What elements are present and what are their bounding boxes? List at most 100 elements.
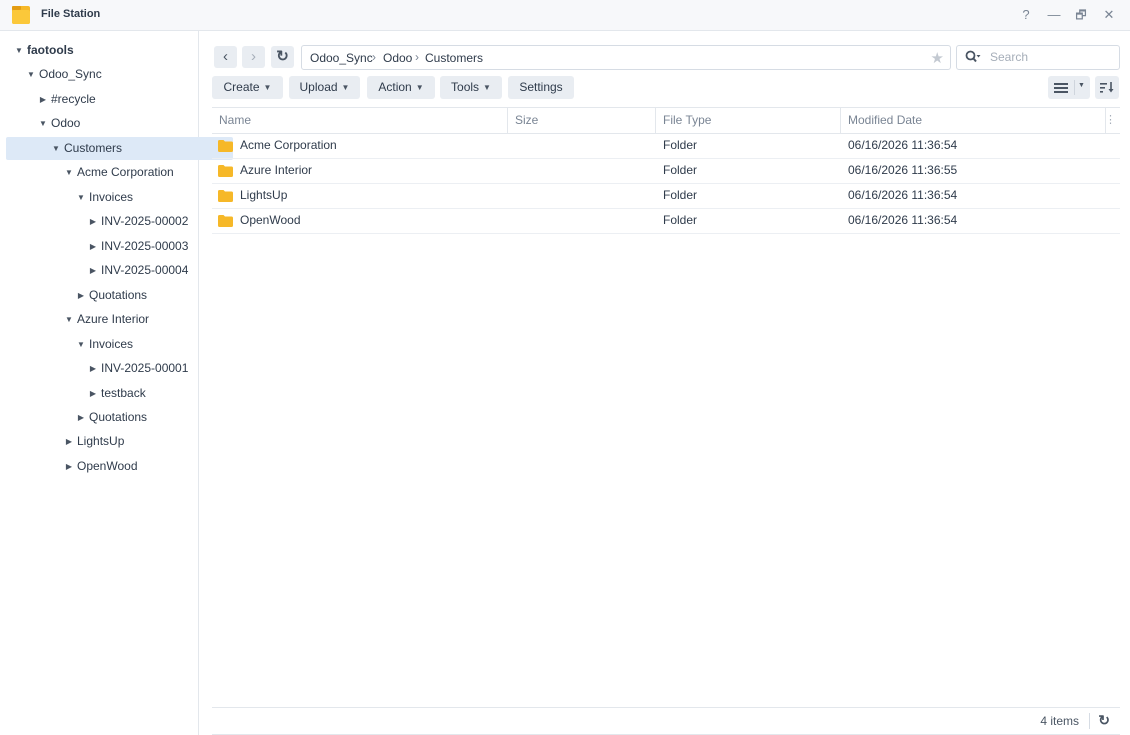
tree-item-inv-2025-00001[interactable]: ▶ INV-2025-00001 [6, 357, 270, 380]
folder-icon [218, 215, 233, 227]
file-name: LightsUp [240, 188, 288, 202]
breadcrumb: Odoo_Sync › Odoo › Customers ★ [301, 45, 951, 70]
file-name: OpenWood [240, 213, 301, 227]
collapsed-arrow-icon[interactable]: ▶ [88, 259, 98, 282]
breadcrumb-customers[interactable]: Customers [425, 51, 483, 65]
status-divider [1089, 713, 1090, 729]
tree-item-inv-2025-00003[interactable]: ▶ INV-2025-00003 [6, 235, 270, 258]
table-row[interactable]: Azure Interior Folder 06/16/2026 11:36:5… [212, 158, 1120, 184]
modified-date: 06/16/2026 11:36:54 [848, 188, 958, 202]
tree-item-azure-invoices[interactable]: ▼ Invoices [6, 333, 258, 356]
status-bar: 4 items ↻ [212, 707, 1120, 735]
tools-button[interactable]: Tools ▼ [440, 76, 502, 99]
file-type: Folder [663, 188, 698, 202]
action-button[interactable]: Action ▼ [367, 76, 435, 99]
chevron-down-icon: ▼ [1078, 82, 1085, 89]
collapsed-arrow-icon[interactable]: ▶ [88, 357, 98, 380]
item-count: 4 items [1040, 714, 1079, 728]
tree-item-acme-corporation[interactable]: ▼ Acme Corporation [6, 161, 246, 184]
tree-item-odoo[interactable]: ▼ Odoo [6, 112, 220, 135]
expanded-arrow-icon[interactable]: ▼ [76, 333, 86, 356]
folder-tree-sidebar: ▼ faotools ▼ Odoo_Sync ▶ #recycle ▼ Odoo ▼ Cu… [0, 31, 233, 735]
restore-icon[interactable]: 🗗 [1072, 6, 1090, 24]
column-header-modified-date[interactable]: Modified Date [841, 108, 1106, 133]
folder-icon [218, 140, 233, 152]
app-title: File Station [41, 8, 101, 20]
breadcrumb-separator: › [372, 50, 376, 64]
breadcrumb-separator: › [415, 50, 419, 64]
chevron-down-icon: ▼ [415, 83, 424, 92]
search-input[interactable] [990, 48, 1112, 66]
folder-icon [218, 165, 233, 177]
column-header-size[interactable]: Size [508, 108, 656, 133]
refresh-button[interactable]: ↻ [271, 46, 294, 68]
tree-item-recycle[interactable]: ▶ #recycle [6, 88, 220, 111]
tree-item-lightsup[interactable]: ▶ LightsUp [6, 430, 246, 453]
title-bar: File Station ? — 🗗 ✕ [0, 0, 1130, 31]
file-type: Folder [663, 163, 698, 177]
breadcrumb-odoo-sync[interactable]: Odoo_Sync [310, 51, 373, 65]
column-header-name[interactable]: Name [212, 108, 508, 133]
tree-item-customers[interactable]: ▼ Customers [6, 137, 233, 160]
collapsed-arrow-icon[interactable]: ▶ [64, 430, 74, 453]
file-station-app-icon [12, 6, 30, 24]
expanded-arrow-icon[interactable]: ▼ [64, 308, 74, 331]
tree-item-faotools[interactable]: ▼ faotools [6, 39, 196, 62]
tree-item-azure-interior[interactable]: ▼ Azure Interior [6, 308, 246, 331]
collapsed-arrow-icon[interactable]: ▶ [76, 284, 86, 307]
expanded-arrow-icon[interactable]: ▼ [51, 137, 61, 160]
tree-item-inv-2025-00004[interactable]: ▶ INV-2025-00004 [6, 259, 270, 282]
refresh-icon[interactable]: ↻ [1098, 712, 1110, 729]
expanded-arrow-icon[interactable]: ▼ [26, 63, 36, 86]
minimize-icon[interactable]: — [1045, 6, 1063, 24]
column-header-file-type[interactable]: File Type [656, 108, 841, 133]
collapsed-arrow-icon[interactable]: ▶ [38, 88, 48, 111]
expanded-arrow-icon[interactable]: ▼ [64, 161, 74, 184]
tree-item-openwood[interactable]: ▶ OpenWood [6, 455, 246, 478]
tree-item-odoo-sync[interactable]: ▼ Odoo_Sync [6, 63, 208, 86]
collapsed-arrow-icon[interactable]: ▶ [88, 235, 98, 258]
table-row[interactable]: LightsUp Folder 06/16/2026 11:36:54 [212, 183, 1120, 209]
file-name: Acme Corporation [240, 138, 337, 152]
modified-date: 06/16/2026 11:36:55 [848, 163, 958, 177]
column-menu-icon[interactable]: ⋮ [1105, 108, 1116, 133]
sort-button[interactable] [1095, 76, 1119, 99]
view-divider [1074, 80, 1075, 95]
table-row[interactable]: OpenWood Folder 06/16/2026 11:36:54 [212, 208, 1120, 234]
search-box [956, 45, 1120, 70]
tree-item-acme-quotations[interactable]: ▶ Quotations [6, 284, 258, 307]
chevron-down-icon: ▼ [341, 83, 350, 92]
help-icon[interactable]: ? [1017, 6, 1035, 24]
collapsed-arrow-icon[interactable]: ▶ [64, 455, 74, 478]
chevron-down-icon: ▼ [263, 83, 272, 92]
table-row[interactable]: Acme Corporation Folder 06/16/2026 11:36… [212, 133, 1120, 159]
file-name: Azure Interior [240, 163, 313, 177]
create-button[interactable]: Create ▼ [212, 76, 283, 99]
collapsed-arrow-icon[interactable]: ▶ [88, 210, 98, 233]
close-icon[interactable]: ✕ [1100, 6, 1118, 24]
list-view-icon [1054, 83, 1068, 93]
file-list-header: Name Size File Type Modified Date ⋮ [212, 107, 1120, 134]
forward-button[interactable]: › [242, 46, 265, 68]
expanded-arrow-icon[interactable]: ▼ [76, 186, 86, 209]
collapsed-arrow-icon[interactable]: ▶ [88, 382, 98, 405]
view-mode-button[interactable]: ▼ [1048, 76, 1090, 99]
expanded-arrow-icon[interactable]: ▼ [38, 112, 48, 135]
file-type: Folder [663, 213, 698, 227]
modified-date: 06/16/2026 11:36:54 [848, 213, 958, 227]
tree-item-testback[interactable]: ▶ testback [6, 382, 270, 405]
search-icon[interactable] [965, 50, 981, 64]
chevron-down-icon: ▼ [483, 83, 491, 92]
folder-icon [218, 190, 233, 202]
favorite-star-icon[interactable]: ★ [931, 49, 944, 67]
collapsed-arrow-icon[interactable]: ▶ [76, 406, 86, 429]
breadcrumb-odoo[interactable]: Odoo [383, 51, 412, 65]
expanded-arrow-icon[interactable]: ▼ [14, 39, 24, 62]
upload-button[interactable]: Upload ▼ [289, 76, 360, 99]
file-type: Folder [663, 138, 698, 152]
settings-button[interactable]: Settings [508, 76, 574, 99]
tree-item-azure-quotations[interactable]: ▶ Quotations [6, 406, 258, 429]
sort-icon [1100, 82, 1114, 93]
back-button[interactable]: ‹ [214, 46, 237, 68]
modified-date: 06/16/2026 11:36:54 [848, 138, 958, 152]
